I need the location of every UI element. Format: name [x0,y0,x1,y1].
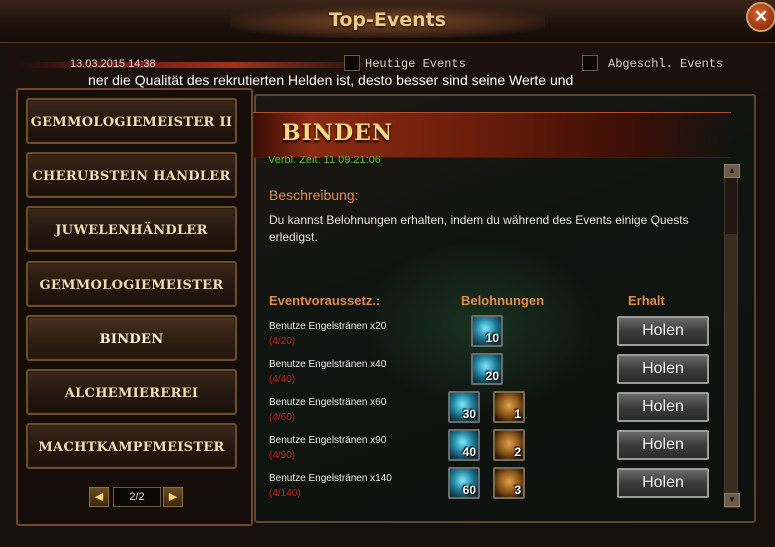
scroll-icon[interactable]: 2 [493,429,525,461]
event-remaining-time: Verbl. Zeit: 11 09:21:06 [268,156,381,166]
quest-name: Benutze Engelstränen x20 [269,321,387,332]
angel-tear-icon[interactable]: 30 [448,391,480,423]
reward-count: 30 [462,407,476,421]
description-label: Beschreibung: [269,187,359,203]
quest-progress: (4/90) [269,450,296,461]
angel-tear-icon[interactable]: 10 [471,315,503,347]
prev-page-button[interactable]: ◀ [89,487,109,507]
quest-progress: (4/20) [269,336,296,347]
title-bar: Top-Events ✕ [0,0,775,43]
abgeschl-events-label: Abgeschl. Events [608,57,724,71]
scroll-down-icon[interactable]: ▼ [724,493,740,507]
angel-tear-icon[interactable]: 20 [471,353,503,385]
angel-tear-icon[interactable]: 60 [448,467,480,499]
requirement-column-header: Eventvoraussetz.: [269,293,381,308]
top-events-window: Top-Events ✕ 13.03.2015 14:38 Heutige Ev… [0,0,775,547]
quest-name: Benutze Engelstränen x140 [269,473,392,484]
quest-name: Benutze Engelstränen x90 [269,435,387,446]
event-item-gemmologiemeister-2[interactable]: GEMMOLOGIEMEISTER II [26,98,237,144]
description-text: Du kannst Belohnungen erhalten, indem du… [269,213,689,244]
event-item-gemmologiemeister[interactable]: GEMMOLOGIEMEISTER [26,261,237,307]
abgeschl-events-checkbox[interactable] [582,55,598,71]
scroll-up-icon[interactable]: ▲ [724,164,740,178]
news-ticker: ner die Qualität des rekrutierten Helden… [88,72,574,88]
page-indicator: 2/2 [113,487,161,507]
quest-name: Benutze Engelstränen x60 [269,397,387,408]
heutige-events-checkbox[interactable] [344,55,360,71]
timestamp: 13.03.2015 14:38 [70,58,156,70]
event-item-binden[interactable]: BINDEN [26,315,237,361]
rewards-column-header: Belohnungen [461,293,545,308]
reward-count: 10 [485,331,499,345]
event-item-juwelenhaendler[interactable]: JUWELENHÄNDLER [26,206,237,252]
quest-name: Benutze Engelstränen x40 [269,359,387,370]
scrollbar-thumb[interactable] [725,234,737,494]
claim-button[interactable]: Holen [617,316,709,346]
close-icon[interactable]: ✕ [746,2,775,32]
claim-column-header: Erhalt [628,293,665,308]
claim-button[interactable]: Holen [617,354,709,384]
scroll-icon[interactable]: 1 [493,391,525,423]
quest-progress: (4/60) [269,412,296,423]
window-title: Top-Events [328,9,447,31]
reward-count: 20 [485,369,499,383]
event-item-machtkampfmeister[interactable]: MACHTKAMPFMEISTER [26,423,237,469]
claim-button[interactable]: Holen [617,392,709,422]
reward-count: 2 [514,445,521,459]
angel-tear-icon[interactable]: 40 [448,429,480,461]
heutige-events-label: Heutige Events [365,57,466,71]
reward-count: 40 [462,445,476,459]
quest-progress: (4/40) [269,374,296,385]
claim-button[interactable]: Holen [617,430,709,460]
event-item-alchemiererei[interactable]: ALCHEMIEREREI [26,369,237,415]
event-title: BINDEN [282,120,393,146]
reward-count: 1 [514,407,521,421]
event-item-cherubstein-handler[interactable]: CHERUBSTEIN HANDLER [26,152,237,198]
claim-button[interactable]: Holen [617,468,709,498]
scroll-icon[interactable]: 3 [493,467,525,499]
reward-count: 3 [514,483,521,497]
next-page-button[interactable]: ▶ [163,487,183,507]
quest-progress: (4/140) [269,488,301,499]
reward-count: 60 [462,483,476,497]
